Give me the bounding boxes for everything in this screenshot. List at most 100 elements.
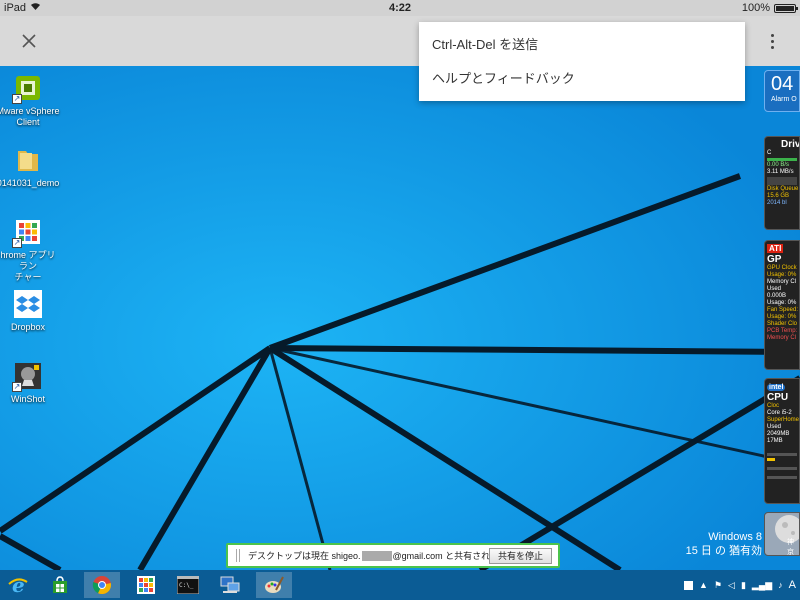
- paint-icon: [265, 576, 284, 593]
- cpu-bar: [767, 458, 775, 461]
- vsphere-icon: ↗: [12, 72, 44, 104]
- drives-line: C: [767, 150, 772, 156]
- ati-logo-icon: ATI: [767, 244, 784, 253]
- folder-icon: [12, 144, 44, 176]
- kebab-dot-icon: [770, 33, 774, 37]
- clock-gadget[interactable]: 04 Alarm O: [764, 70, 800, 112]
- taskbar-store[interactable]: [42, 572, 78, 598]
- ime-indicator[interactable]: A: [789, 579, 796, 591]
- gpu-gadget[interactable]: ATI GP GPU Clock Usage: 0% Memory Cl Use…: [764, 240, 800, 370]
- menu-item-help-feedback[interactable]: ヘルプとフィードバック: [419, 62, 745, 96]
- sharing-banner: デスクトップは現在 shigeo. @gmail.com と共有されています。 …: [226, 543, 560, 568]
- svg-text:C:\_: C:\_: [179, 582, 194, 589]
- drives-line: Disk Queue: [767, 186, 799, 192]
- store-icon: [53, 576, 67, 593]
- menu-item-send-ctrl-alt-del[interactable]: Ctrl-Alt-Del を送信: [419, 28, 745, 62]
- drive-activity-graph: [767, 177, 797, 185]
- taskbar-command-prompt[interactable]: C:\_: [170, 572, 206, 598]
- gpu-gadget-header: ATI GP: [765, 241, 799, 265]
- cpu-line: Cloc: [767, 403, 780, 409]
- taskbar-network[interactable]: [212, 572, 248, 598]
- taskbar-chrome[interactable]: [84, 572, 120, 598]
- weather-gadget[interactable]: 神京: [764, 512, 800, 556]
- drives-gadget-title: Drive: [781, 139, 800, 150]
- clock-gadget-time: 04: [771, 73, 794, 95]
- desktop-icon-winshot[interactable]: ↗ WinShot: [0, 360, 60, 405]
- gpu-line: Usage: 0%: [767, 314, 797, 320]
- cpu-gadget-header: intel CPU: [765, 379, 799, 403]
- cpu-line: 2049MB: [767, 431, 790, 437]
- gpu-line: Memory Cl: [767, 335, 797, 341]
- gpu-line: Memory Cl: [767, 279, 797, 285]
- desktop-icon-label: チャー: [14, 272, 42, 282]
- drives-line: 0.00 B/s: [767, 162, 790, 168]
- stop-sharing-button[interactable]: 共有を停止: [488, 548, 552, 564]
- dropbox-icon: [12, 288, 44, 320]
- app-launcher-icon: [137, 576, 155, 594]
- options-menu: Ctrl-Alt-Del を送信 ヘルプとフィードバック: [419, 22, 745, 101]
- cpu-gadget[interactable]: intel CPU Cloc Core i5-2 SuperHomet Used…: [764, 378, 800, 504]
- gpu-line: Used: [767, 286, 782, 292]
- close-button[interactable]: [18, 30, 40, 52]
- gpu-line: Usage: 0%: [767, 272, 797, 278]
- gpu-line: Usage: 0%: [767, 300, 797, 306]
- drives-line: 3.11 MB/s: [767, 169, 794, 175]
- desktop-icon-label: Mware vSphere: [0, 106, 60, 116]
- cpu-bar: [767, 476, 797, 479]
- taskbar-app-launcher[interactable]: [128, 572, 164, 598]
- redacted-email: [361, 550, 392, 561]
- sharing-text-prefix: デスクトップは現在 shigeo.: [248, 551, 361, 561]
- internet-explorer-icon: e: [8, 574, 28, 596]
- network-icon: [220, 576, 240, 593]
- cpu-line: Core i5-2: [767, 410, 792, 416]
- desktop-icon-folder[interactable]: 0141031_demo: [0, 144, 60, 189]
- remote-desktop[interactable]: ↗ Mware vSphere Client 0141031_demo ↗ hr…: [0, 66, 800, 570]
- drives-gadget[interactable]: Drive C 0.00 B/s 3.11 MB/s Disk Queue 15…: [764, 136, 800, 230]
- desktop-icon-label: Client: [16, 117, 40, 127]
- flag-icon[interactable]: ⚑: [714, 580, 722, 591]
- terminal-icon: C:\_: [177, 576, 199, 594]
- battery-tray-icon[interactable]: ▮: [741, 580, 746, 591]
- desktop-icon-label: WinShot: [10, 394, 45, 404]
- cpu-line: SuperHomet: [767, 417, 800, 423]
- watermark-line: Windows 8: [708, 531, 762, 543]
- tray-up-arrow-icon[interactable]: ▲: [699, 580, 708, 590]
- cpu-bar: [767, 453, 797, 456]
- close-icon: [22, 34, 36, 48]
- taskbar-paint[interactable]: [256, 572, 292, 598]
- status-time: 4:22: [388, 2, 412, 14]
- cpu-line: 17MB: [767, 438, 783, 444]
- desktop-icon-vsphere[interactable]: ↗ Mware vSphere Client: [0, 72, 60, 128]
- desktop-icon-label: hrome アプリ ラン: [0, 250, 56, 271]
- shortcut-arrow-icon: ↗: [12, 382, 22, 392]
- weather-gadget-label: 神京: [787, 539, 794, 556]
- drives-line: 15.6 GB: [767, 193, 790, 199]
- desktop-icon-chrome-launcher[interactable]: ↗ hrome アプリ ラン チャー: [0, 216, 60, 283]
- volume-icon[interactable]: ♪: [778, 580, 783, 590]
- drag-handle[interactable]: [236, 549, 240, 562]
- overflow-menu-button[interactable]: [762, 30, 782, 52]
- windows-taskbar: e C:\_ ▲ ⚑ ◁ ▮ ▂▄▆ ♪ A: [0, 570, 800, 600]
- battery-icon: [774, 3, 798, 13]
- desktop-icon-label: 0141031_demo: [0, 178, 60, 188]
- shortcut-arrow-icon: ↗: [12, 238, 22, 248]
- windows-watermark: Windows 8 15 日 の 猶有効: [686, 530, 762, 558]
- signal-icon[interactable]: ▂▄▆: [752, 580, 772, 591]
- gpu-gadget-title: GP: [767, 254, 782, 265]
- cpu-line: Used: [767, 424, 782, 430]
- desktop-icon-dropbox[interactable]: Dropbox: [0, 288, 60, 333]
- drives-line: 2014 bl: [767, 200, 787, 206]
- chrome-icon: [92, 576, 112, 595]
- gpu-line: GPU Clock: [767, 265, 797, 271]
- cpu-gadget-title: CPU: [767, 392, 789, 403]
- gpu-line: Fan Speed:: [767, 307, 799, 313]
- svg-text:e: e: [12, 574, 25, 596]
- gpu-line: 0.000B: [767, 293, 787, 299]
- speaker-icon[interactable]: ◁: [728, 580, 735, 591]
- system-tray: ▲ ⚑ ◁ ▮ ▂▄▆ ♪ A: [684, 570, 796, 600]
- intel-logo-icon: intel: [767, 384, 786, 391]
- gpu-line: PCB Temp:: [767, 328, 798, 334]
- taskbar-ie[interactable]: e: [0, 572, 36, 598]
- tray-app-icon[interactable]: [684, 580, 694, 590]
- clock-gadget-sub: Alarm O: [771, 96, 797, 103]
